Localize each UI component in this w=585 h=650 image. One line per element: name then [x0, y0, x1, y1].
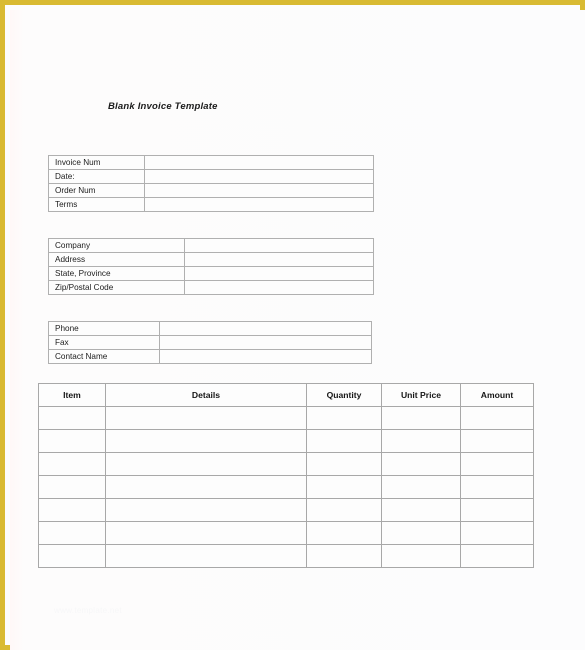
- cell-details[interactable]: [105, 521, 307, 545]
- field-input-date[interactable]: [144, 169, 374, 184]
- company-address-table: Company Address State, Province Zip/Post…: [48, 238, 374, 295]
- cell-amount[interactable]: [460, 452, 534, 476]
- field-input-invoice-num[interactable]: [144, 155, 374, 170]
- cell-amount[interactable]: [460, 521, 534, 545]
- watermark-text: www.template.net: [54, 606, 122, 615]
- cell-quantity[interactable]: [306, 475, 382, 499]
- field-row: Company: [48, 238, 374, 253]
- field-input-company[interactable]: [184, 238, 374, 253]
- cell-item[interactable]: [38, 452, 106, 476]
- cell-unit-price[interactable]: [381, 406, 461, 430]
- cell-unit-price[interactable]: [381, 544, 461, 568]
- page-title: Blank Invoice Template: [108, 101, 218, 112]
- column-header-amount: Amount: [460, 383, 534, 407]
- cell-unit-price[interactable]: [381, 475, 461, 499]
- cell-item[interactable]: [38, 475, 106, 499]
- cell-item[interactable]: [38, 544, 106, 568]
- invoice-meta-rows: Invoice Num Date: Order Num Terms: [48, 155, 374, 212]
- contact-table: Phone Fax Contact Name: [48, 321, 372, 364]
- field-input-contact-name[interactable]: [159, 349, 372, 364]
- cell-quantity[interactable]: [306, 544, 382, 568]
- field-row: Invoice Num: [48, 155, 374, 170]
- field-row: Terms: [48, 197, 374, 212]
- field-row: Address: [48, 252, 374, 267]
- contact-rows: Phone Fax Contact Name: [48, 321, 372, 364]
- cell-details[interactable]: [105, 406, 307, 430]
- field-input-fax[interactable]: [159, 335, 372, 350]
- field-label-contact-name: Contact Name: [48, 349, 160, 364]
- cell-amount[interactable]: [460, 406, 534, 430]
- cell-quantity[interactable]: [306, 406, 382, 430]
- cell-item[interactable]: [38, 429, 106, 453]
- cell-quantity[interactable]: [306, 498, 382, 522]
- company-address-field-block: Company Address State, Province Zip/Post…: [48, 238, 374, 295]
- field-row: State, Province: [48, 266, 374, 281]
- field-row: Fax: [48, 335, 372, 350]
- field-label-address: Address: [48, 252, 185, 267]
- table-row: [38, 452, 534, 476]
- field-input-zip-postal-code[interactable]: [184, 280, 374, 295]
- table-row: [38, 475, 534, 499]
- table-row: [38, 406, 534, 430]
- cell-item[interactable]: [38, 521, 106, 545]
- table-row: [38, 521, 534, 545]
- field-row: Order Num: [48, 183, 374, 198]
- line-items-table-wrapper: Item Details Quantity Unit Price Amount: [38, 383, 534, 568]
- field-input-state-province[interactable]: [184, 266, 374, 281]
- cell-details[interactable]: [105, 452, 307, 476]
- cell-unit-price[interactable]: [381, 498, 461, 522]
- column-header-quantity: Quantity: [306, 383, 382, 407]
- field-label-date: Date:: [48, 169, 145, 184]
- contact-field-block: Phone Fax Contact Name: [48, 321, 372, 364]
- table-row: [38, 498, 534, 522]
- column-header-item: Item: [38, 383, 106, 407]
- cell-details[interactable]: [105, 544, 307, 568]
- invoice-meta-table: Invoice Num Date: Order Num Terms: [48, 155, 374, 212]
- field-label-phone: Phone: [48, 321, 160, 336]
- field-label-state-province: State, Province: [48, 266, 185, 281]
- column-header-unit-price: Unit Price: [381, 383, 461, 407]
- cell-amount[interactable]: [460, 429, 534, 453]
- cell-details[interactable]: [105, 429, 307, 453]
- cell-unit-price[interactable]: [381, 521, 461, 545]
- table-row: [38, 429, 534, 453]
- cell-details[interactable]: [105, 498, 307, 522]
- cell-quantity[interactable]: [306, 521, 382, 545]
- field-input-address[interactable]: [184, 252, 374, 267]
- field-row: Zip/Postal Code: [48, 280, 374, 295]
- field-row: Phone: [48, 321, 372, 336]
- cell-item[interactable]: [38, 498, 106, 522]
- field-label-order-num: Order Num: [48, 183, 145, 198]
- field-label-fax: Fax: [48, 335, 160, 350]
- line-items-header: Item Details Quantity Unit Price Amount: [38, 383, 534, 407]
- line-items-table: Item Details Quantity Unit Price Amount: [38, 383, 534, 568]
- field-input-order-num[interactable]: [144, 183, 374, 198]
- invoice-sheet: Blank Invoice Template Invoice Num Date:…: [10, 10, 585, 650]
- field-row: Contact Name: [48, 349, 372, 364]
- document-page-frame: Blank Invoice Template Invoice Num Date:…: [0, 0, 585, 650]
- field-label-invoice-num: Invoice Num: [48, 155, 145, 170]
- field-label-terms: Terms: [48, 197, 145, 212]
- field-label-company: Company: [48, 238, 185, 253]
- company-address-rows: Company Address State, Province Zip/Post…: [48, 238, 374, 295]
- column-header-details: Details: [105, 383, 307, 407]
- field-input-terms[interactable]: [144, 197, 374, 212]
- table-row: [38, 544, 534, 568]
- cell-unit-price[interactable]: [381, 429, 461, 453]
- cell-quantity[interactable]: [306, 452, 382, 476]
- cell-amount[interactable]: [460, 475, 534, 499]
- cell-item[interactable]: [38, 406, 106, 430]
- field-input-phone[interactable]: [159, 321, 372, 336]
- cell-unit-price[interactable]: [381, 452, 461, 476]
- cell-quantity[interactable]: [306, 429, 382, 453]
- line-items-header-row: Item Details Quantity Unit Price Amount: [38, 383, 534, 407]
- cell-amount[interactable]: [460, 498, 534, 522]
- line-items-body: [38, 406, 534, 568]
- cell-details[interactable]: [105, 475, 307, 499]
- field-row: Date:: [48, 169, 374, 184]
- invoice-meta-field-block: Invoice Num Date: Order Num Terms: [48, 155, 374, 212]
- cell-amount[interactable]: [460, 544, 534, 568]
- field-label-zip-postal-code: Zip/Postal Code: [48, 280, 185, 295]
